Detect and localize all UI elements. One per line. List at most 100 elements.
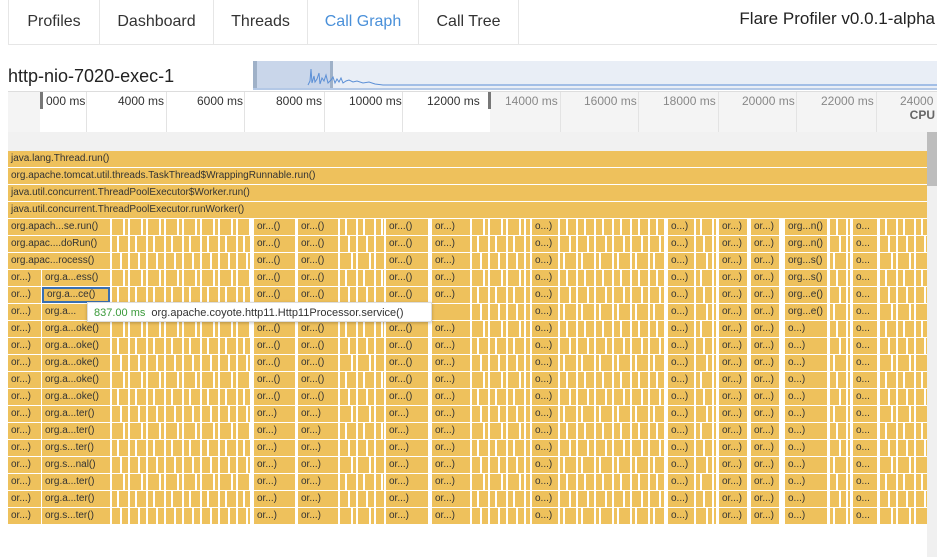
flame-frame-sliver[interactable] — [376, 287, 384, 303]
flame-frame-sliver[interactable] — [632, 253, 635, 269]
flame-frame[interactable]: or...) — [751, 406, 779, 422]
flame-frame-sliver[interactable] — [130, 372, 141, 388]
flame-frame-sliver[interactable] — [625, 491, 630, 507]
flame-frame-sliver[interactable] — [578, 270, 584, 286]
flame-frame-sliver[interactable] — [614, 355, 617, 371]
flame-frame-sliver[interactable] — [376, 338, 384, 354]
flame-frame-sliver[interactable] — [696, 389, 703, 405]
flame-frame-sliver[interactable] — [560, 253, 563, 269]
flame-frame[interactable]: o... — [853, 253, 877, 269]
tab-dashboard[interactable]: Dashboard — [99, 0, 214, 45]
flame-frame-sliver[interactable] — [526, 321, 530, 337]
flame-frame-sliver[interactable] — [119, 236, 128, 252]
flame-frame-sliver[interactable] — [358, 440, 366, 456]
flame-frame-sliver[interactable] — [586, 321, 594, 337]
flame-frame-sliver[interactable] — [500, 253, 506, 269]
flame-frame-sliver[interactable] — [643, 287, 648, 303]
flame-frame[interactable]: or...) — [8, 287, 41, 303]
flame-frame-sliver[interactable] — [560, 491, 569, 507]
flame-frame-sliver[interactable] — [596, 372, 602, 388]
flame-frame-sliver[interactable] — [376, 372, 381, 388]
flame-frame-sliver[interactable] — [632, 321, 638, 337]
flame-frame-sliver[interactable] — [500, 508, 506, 524]
flame-frame-sliver[interactable] — [560, 508, 563, 524]
flame-frame-sliver[interactable] — [130, 270, 141, 286]
flame-frame-sliver[interactable] — [112, 372, 123, 388]
flame-frame-sliver[interactable] — [130, 508, 138, 524]
flame-frame-sliver[interactable] — [625, 389, 630, 405]
flame-frame-sliver[interactable] — [637, 355, 648, 371]
flame-frame[interactable]: or...() — [254, 270, 295, 286]
flame-frame-sliver[interactable] — [526, 304, 530, 320]
flame-frame-sliver[interactable] — [560, 389, 569, 405]
flame-frame-sliver[interactable] — [220, 406, 228, 422]
flame-frame-sliver[interactable] — [368, 389, 374, 405]
flame-frame-sliver[interactable] — [518, 508, 524, 524]
flame-frame-sliver[interactable] — [161, 474, 164, 490]
flame-frame-sliver[interactable] — [526, 219, 530, 235]
flame-frame-sliver[interactable] — [197, 219, 200, 235]
flame-frame-sliver[interactable] — [650, 508, 653, 524]
flame-frame-sliver[interactable] — [112, 253, 120, 269]
flame-frame-sliver[interactable] — [526, 406, 530, 422]
flame-frame-sliver[interactable] — [705, 236, 712, 252]
flame-frame-sliver[interactable] — [841, 440, 846, 456]
flame-frame-sliver[interactable] — [526, 491, 530, 507]
flame-frame-sliver[interactable] — [119, 338, 128, 354]
flame-frame-sliver[interactable] — [340, 253, 351, 269]
flame-frame-sliver[interactable] — [898, 389, 906, 405]
flame-frame-sliver[interactable] — [490, 270, 501, 286]
flame-frame-sliver[interactable] — [632, 219, 638, 235]
flame-frame-sliver[interactable] — [601, 406, 612, 422]
flame-frame-sliver[interactable] — [893, 253, 896, 269]
flame-frame-sliver[interactable] — [347, 474, 356, 490]
flame-frame-sliver[interactable] — [890, 338, 896, 354]
flame-frame-sliver[interactable] — [643, 236, 648, 252]
flame-frame[interactable]: or...() — [386, 389, 428, 405]
flame-frame-sliver[interactable] — [526, 236, 530, 252]
flame-frame-sliver[interactable] — [472, 440, 477, 456]
flame-frame-sliver[interactable] — [890, 440, 896, 456]
flame-frame-sliver[interactable] — [908, 236, 914, 252]
flame-frame-sliver[interactable] — [650, 406, 653, 422]
flame-frame-sliver[interactable] — [596, 440, 605, 456]
flame-frame-sliver[interactable] — [521, 270, 524, 286]
flame-frame-sliver[interactable] — [905, 474, 914, 490]
flame-frame-sliver[interactable] — [227, 236, 236, 252]
flame-frame-sliver[interactable] — [887, 372, 896, 388]
flame-frame[interactable]: or...) — [432, 236, 470, 252]
flame-frame-sliver[interactable] — [140, 355, 146, 371]
flame-frame-selected[interactable]: org.a...ce() — [42, 287, 110, 303]
flame-frame[interactable]: or...) — [751, 321, 779, 337]
flame-frame-sliver[interactable] — [518, 304, 524, 320]
flame-frame[interactable]: or...) — [432, 491, 470, 507]
flame-frame-sliver[interactable] — [238, 423, 249, 439]
flame-frame-sliver[interactable] — [376, 270, 381, 286]
flame-frame-sliver[interactable] — [614, 508, 617, 524]
flame-frame-sliver[interactable] — [578, 338, 587, 354]
flame-frame-sliver[interactable] — [472, 372, 483, 388]
flame-frame[interactable]: o...) — [532, 474, 558, 490]
flame-frame-sliver[interactable] — [490, 457, 498, 473]
flame-frame[interactable]: or...) — [8, 474, 41, 490]
flame-frame-sliver[interactable] — [835, 406, 846, 422]
flame-frame-sliver[interactable] — [696, 236, 703, 252]
flame-frame-sliver[interactable] — [148, 389, 153, 405]
flame-frame[interactable]: java.util.concurrent.ThreadPoolExecutor$… — [8, 185, 927, 201]
flame-frame-sliver[interactable] — [490, 389, 495, 405]
flame-frame[interactable]: o...) — [668, 474, 694, 490]
flame-frame-sliver[interactable] — [898, 491, 906, 507]
flame-frame-sliver[interactable] — [650, 236, 659, 252]
flame-frame-sliver[interactable] — [571, 287, 576, 303]
flame-frame-sliver[interactable] — [220, 338, 225, 354]
flame-frame-sliver[interactable] — [830, 236, 839, 252]
flame-frame-sliver[interactable] — [658, 219, 664, 235]
flame-frame-sliver[interactable] — [565, 457, 576, 473]
flame-frame-sliver[interactable] — [880, 253, 891, 269]
flame-frame-sliver[interactable] — [607, 389, 612, 405]
flame-frame-sliver[interactable] — [619, 304, 630, 320]
flame-frame-sliver[interactable] — [148, 406, 156, 422]
scrollbar-track[interactable] — [927, 132, 937, 557]
flame-frame-sliver[interactable] — [112, 440, 117, 456]
flame-frame-sliver[interactable] — [614, 219, 620, 235]
